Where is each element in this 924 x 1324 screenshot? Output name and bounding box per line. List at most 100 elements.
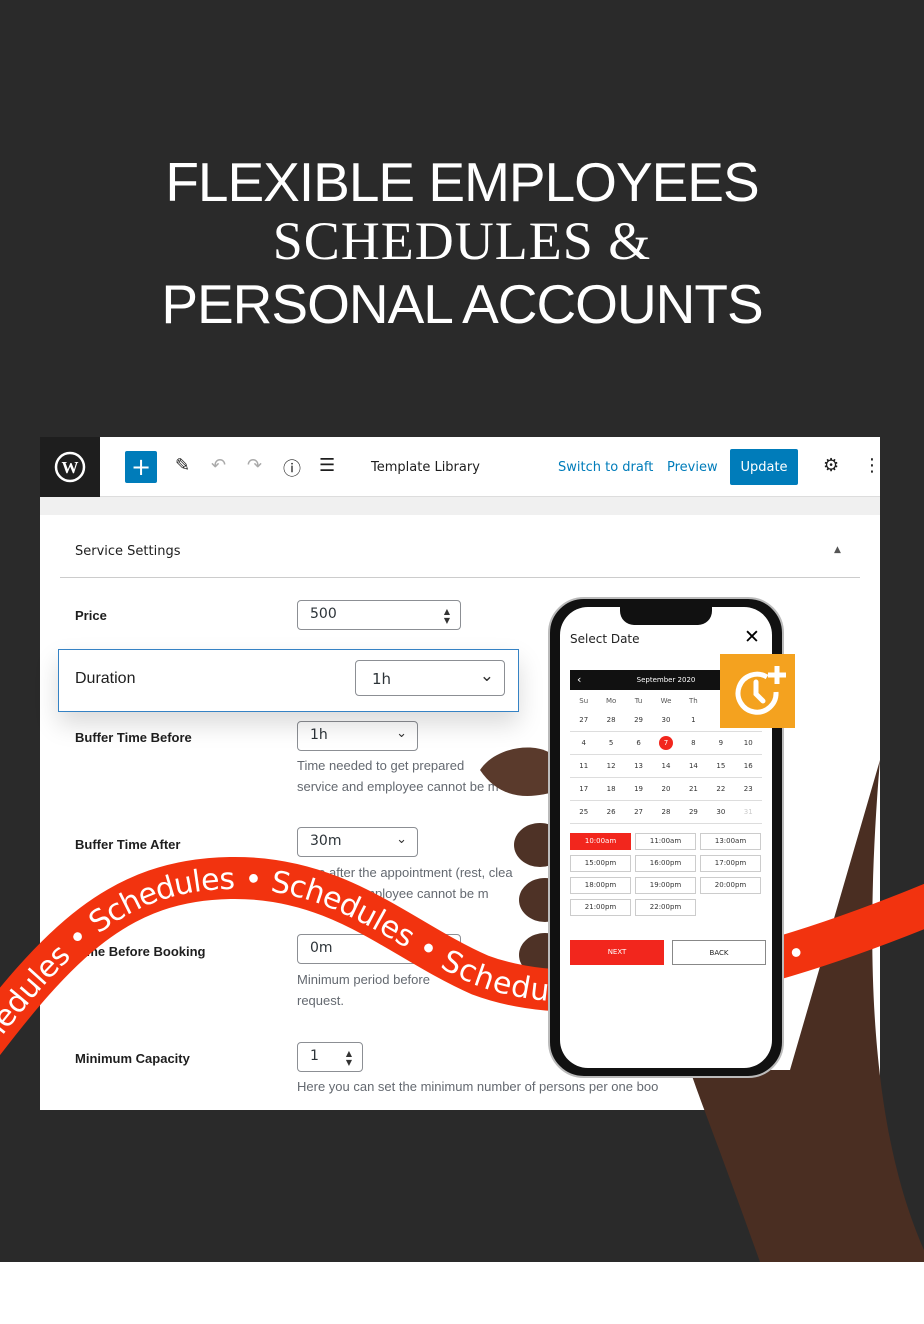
calendar-day[interactable]: 22 xyxy=(707,785,734,793)
time-slot[interactable]: 19:00pm xyxy=(635,877,696,894)
day-label: 23 xyxy=(743,785,753,793)
day-label: 30 xyxy=(661,716,671,724)
day-label: 7 xyxy=(658,736,673,750)
day-label: 13 xyxy=(634,762,644,770)
calendar-day[interactable]: 27 xyxy=(625,808,652,816)
weekday: Tu xyxy=(625,697,652,705)
day-label: 11 xyxy=(579,762,589,770)
bottom-band xyxy=(0,1262,924,1324)
calendar-week: 4 5 6 7 8 9 10 xyxy=(570,732,762,755)
calendar-day[interactable]: 16 xyxy=(735,762,762,770)
calendar-day[interactable]: 17 xyxy=(570,785,597,793)
day-label: 29 xyxy=(688,808,698,816)
calendar-day[interactable]: 23 xyxy=(735,785,762,793)
time-slot[interactable]: 13:00am xyxy=(700,833,761,850)
calendar-day[interactable]: 31 xyxy=(735,808,762,816)
month-label: September 2020 xyxy=(636,676,696,684)
day-label: 31 xyxy=(743,808,753,816)
day-label: 20 xyxy=(661,785,671,793)
day-label: 30 xyxy=(716,808,726,816)
calendar-day[interactable]: 30 xyxy=(707,808,734,816)
calendar-week: 11 12 13 14 14 15 16 xyxy=(570,755,762,778)
day-label: 9 xyxy=(718,739,724,747)
calendar-day[interactable]: 8 xyxy=(680,739,707,747)
calendar-day[interactable]: 29 xyxy=(625,716,652,724)
day-label: 15 xyxy=(716,762,726,770)
weekday: Su xyxy=(570,697,597,705)
back-button[interactable]: BACK xyxy=(672,940,766,965)
time-slot[interactable]: 16:00pm xyxy=(635,855,696,872)
day-label: 29 xyxy=(634,716,644,724)
time-slots: 10:00am 11:00am 13:00am 15:00pm 16:00pm 17:00… xyxy=(570,833,764,916)
day-label: 5 xyxy=(608,739,614,747)
calendar-day[interactable]: 30 xyxy=(652,716,679,724)
day-label: 28 xyxy=(606,716,616,724)
calendar-day[interactable]: 27 xyxy=(570,716,597,724)
calendar-day[interactable]: 4 xyxy=(570,739,597,747)
calendar-day[interactable]: 10 xyxy=(735,739,762,747)
calendar-week: 25 26 27 28 29 30 31 xyxy=(570,801,762,824)
day-label: 19 xyxy=(634,785,644,793)
day-label: 27 xyxy=(634,808,644,816)
day-label: 22 xyxy=(716,785,726,793)
day-label: Su xyxy=(579,697,589,705)
select-date-title: Select Date xyxy=(570,632,640,646)
time-slot[interactable]: 17:00pm xyxy=(700,855,761,872)
calendar-day[interactable]: 19 xyxy=(625,785,652,793)
calendar-day[interactable]: 26 xyxy=(597,808,624,816)
calendar-day[interactable]: 13 xyxy=(625,762,652,770)
time-slot[interactable]: 21:00pm xyxy=(570,899,631,916)
calendar-day[interactable]: 14 xyxy=(652,762,679,770)
calendar-day[interactable]: 18 xyxy=(597,785,624,793)
day-label: 17 xyxy=(579,785,589,793)
calendar-day[interactable]: 28 xyxy=(597,716,624,724)
clock-plus-icon xyxy=(735,666,786,715)
calendar-day[interactable]: 21 xyxy=(680,785,707,793)
phone-notch xyxy=(620,607,712,625)
time-slot[interactable]: 18:00pm xyxy=(570,877,631,894)
calendar-day[interactable]: 6 xyxy=(625,739,652,747)
calendar-day[interactable]: 7 xyxy=(652,736,679,750)
day-label: We xyxy=(660,697,672,705)
calendar-day[interactable]: 9 xyxy=(707,739,734,747)
calendar-day[interactable]: 1 xyxy=(680,716,707,724)
day-label: 27 xyxy=(579,716,589,724)
add-schedule-badge xyxy=(720,654,795,728)
day-label: Tu xyxy=(634,697,643,705)
day-label: 6 xyxy=(636,739,641,747)
calendar-day[interactable]: 12 xyxy=(597,762,624,770)
calendar-day[interactable]: 29 xyxy=(680,808,707,816)
calendar-day[interactable]: 11 xyxy=(570,762,597,770)
calendar-day[interactable]: 14 xyxy=(680,762,707,770)
next-button[interactable]: NEXT xyxy=(570,940,664,965)
day-label: Th xyxy=(689,697,698,705)
prev-month-icon[interactable]: ‹ xyxy=(577,670,581,690)
day-label: 12 xyxy=(606,762,616,770)
day-label: 14 xyxy=(661,762,671,770)
day-label: 26 xyxy=(606,808,616,816)
time-slot[interactable]: 10:00am xyxy=(570,833,631,850)
day-label: 4 xyxy=(581,739,586,747)
day-label: 1 xyxy=(691,716,696,724)
weekday: Th xyxy=(680,697,707,705)
calendar-day[interactable]: 5 xyxy=(597,739,624,747)
time-slot[interactable]: 11:00am xyxy=(635,833,696,850)
day-label: 16 xyxy=(743,762,753,770)
weekday: We xyxy=(652,697,679,705)
day-label: 28 xyxy=(661,808,671,816)
calendar-day[interactable]: 20 xyxy=(652,785,679,793)
calendar-day[interactable]: 28 xyxy=(652,808,679,816)
weekday: Mo xyxy=(597,697,624,705)
day-label: Mo xyxy=(605,697,617,705)
close-icon[interactable]: ✕ xyxy=(744,626,760,648)
day-label: 14 xyxy=(688,762,698,770)
day-label: 25 xyxy=(579,808,589,816)
day-label: 18 xyxy=(606,785,616,793)
time-slot[interactable]: 22:00pm xyxy=(635,899,696,916)
calendar-day[interactable]: 15 xyxy=(707,762,734,770)
time-slot[interactable]: 15:00pm xyxy=(570,855,631,872)
day-label: 10 xyxy=(743,739,753,747)
time-slot[interactable]: 20:00pm xyxy=(700,877,761,894)
day-label: 21 xyxy=(688,785,698,793)
calendar-day[interactable]: 25 xyxy=(570,808,597,816)
